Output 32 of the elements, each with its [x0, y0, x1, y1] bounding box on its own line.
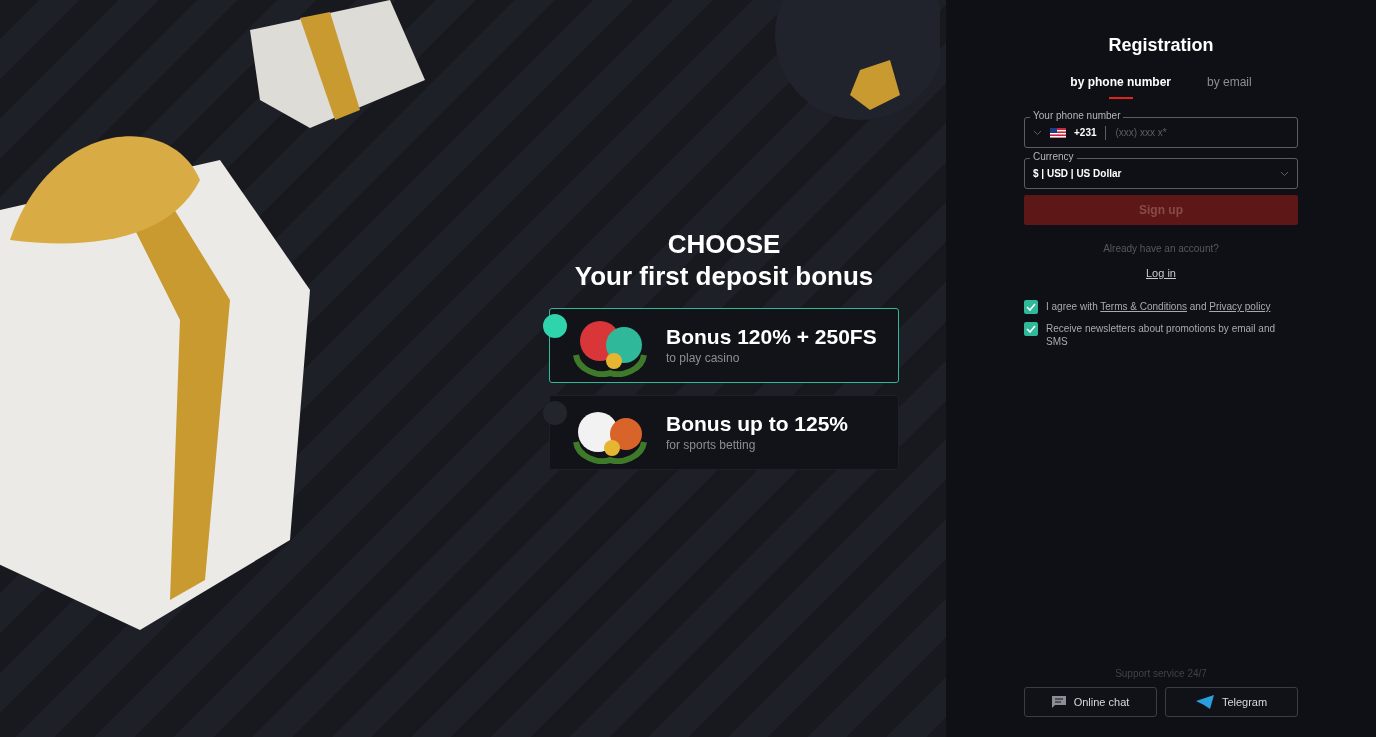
tab[interactable]: by phone number	[1056, 67, 1185, 99]
account-prompt: Already have an account?	[1102, 242, 1220, 256]
bonus-subtitle: for sports betting	[666, 436, 757, 454]
bonus-subtitle: to play casino	[666, 349, 741, 367]
tab[interactable]: by email	[1193, 67, 1266, 99]
telegram-button[interactable]: Telegram	[1165, 687, 1298, 717]
field-label: Your phone number	[1030, 110, 1124, 122]
radio-button[interactable]	[543, 314, 567, 338]
bonus-title: Bonus up to 125%	[666, 411, 849, 436]
online-chat-button[interactable]: Online chat	[1024, 687, 1157, 717]
privacy-link[interactable]: Privacy policy	[1209, 301, 1271, 312]
registration-title: Registration	[1107, 34, 1215, 57]
promo-subheading: Your first deposit bonus	[573, 260, 875, 292]
promo-heading: CHOOSE	[666, 228, 782, 260]
field-label: Currency	[1030, 151, 1077, 163]
chevron-icon[interactable]	[1033, 129, 1042, 136]
currency-value: $ | USD | US Dollar	[1033, 167, 1123, 181]
login-link[interactable]: Log in	[1146, 267, 1176, 279]
country-code: +231	[1074, 126, 1097, 140]
bonus-option[interactable]: Bonus up to 125% for sports betting	[549, 395, 899, 470]
paper-plane-icon	[1195, 695, 1214, 709]
terms-link[interactable]: Terms & Conditions	[1100, 301, 1187, 312]
bonus-title: Bonus 120% + 250FS	[666, 324, 877, 349]
consent-text: Receive newsletters about promotions by email and SMS	[1046, 322, 1276, 348]
chevron-icon[interactable]	[1280, 170, 1289, 177]
phone-input[interactable]: (xxx) xxx x*	[1113, 124, 1264, 141]
chat-icon	[1051, 696, 1066, 708]
flag-icon	[1050, 127, 1066, 138]
checkbox[interactable]	[1024, 300, 1038, 314]
consent-text: I agree with Terms & Conditions and Privacy policy	[1046, 300, 1271, 313]
bonus-option[interactable]: Bonus 120% + 250FS to play casino	[549, 308, 899, 383]
checkbox[interactable]	[1024, 322, 1038, 336]
